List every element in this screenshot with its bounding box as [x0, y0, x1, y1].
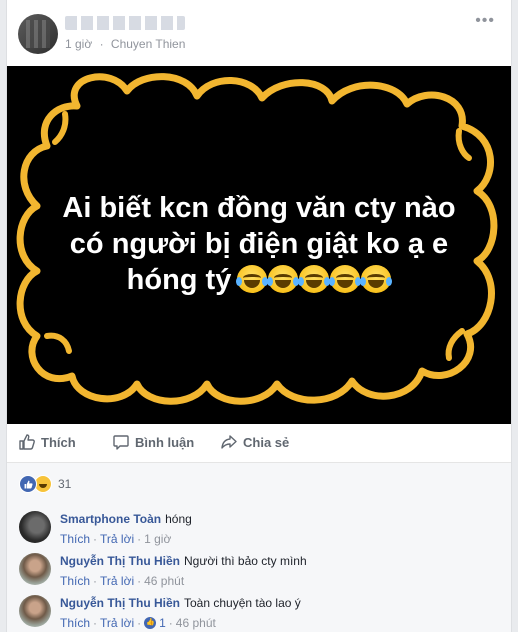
post-actions-bar: Thích Bình luận Chia sẻ — [7, 424, 511, 463]
comment-meta: Thích · Trả lời · 1 giờ — [60, 532, 172, 546]
comment-time[interactable]: 46 phút — [144, 574, 184, 588]
reaction-count[interactable]: 31 — [58, 477, 71, 491]
post-place[interactable]: Chuyen Thien — [111, 37, 186, 51]
comment-text: Người thì bảo cty mình — [184, 554, 307, 568]
photo-caption: Ai biết kcn đồng văn cty nào có người bị… — [7, 190, 511, 298]
crying-laughing-emojis — [236, 265, 393, 293]
comment-like-count[interactable]: 1 — [159, 616, 166, 630]
commenter-avatar[interactable] — [19, 553, 51, 585]
comment-button[interactable]: Bình luận — [113, 434, 194, 450]
like-reaction-icon — [19, 475, 37, 493]
photo-text-line-2: có người bị điện giật ko ạ e — [69, 228, 449, 260]
comments-section: Smartphone Toàn hóng Thích · Trả lời · 1 giờ … — [7, 505, 511, 632]
comment-reply-link[interactable]: Trả lời — [100, 616, 134, 630]
tears-of-joy-icon — [360, 265, 393, 293]
share-label: Chia sẻ — [243, 434, 290, 450]
post-header: 1 giờ · Chuyen Thien ••• — [7, 0, 511, 66]
comment-reply-link[interactable]: Trả lời — [100, 574, 134, 588]
commenter-avatar[interactable] — [19, 511, 51, 543]
comment-meta: Thích · Trả lời · 46 phút — [60, 574, 185, 588]
share-button[interactable]: Chia sẻ — [221, 434, 289, 450]
comment-icon — [113, 435, 129, 450]
author-name-redacted[interactable] — [65, 16, 185, 30]
post-time[interactable]: 1 giờ — [65, 37, 92, 51]
comment-like-link[interactable]: Thích — [60, 616, 90, 630]
comment-text: Toàn chuyện tào lao ý — [184, 596, 301, 610]
commenter-name[interactable]: Smartphone Toàn — [60, 512, 161, 526]
reactions-bar: 31 — [7, 463, 511, 505]
comment-time[interactable]: 46 phút — [176, 616, 216, 630]
author-avatar[interactable] — [18, 14, 58, 54]
commenter-name[interactable]: Nguyễn Thị Thu Hiền — [60, 596, 180, 610]
comment-label: Bình luận — [135, 434, 195, 450]
commenter-name[interactable]: Nguyễn Thị Thu Hiền — [60, 554, 180, 568]
reactions-summary[interactable]: 31 — [19, 475, 71, 493]
tears-of-joy-icon — [267, 265, 300, 293]
comment-body: Nguyễn Thị Thu Hiền Người thì bảo cty mìn… — [60, 553, 307, 589]
like-label: Thích — [41, 434, 76, 450]
thumbs-up-icon — [19, 434, 35, 450]
commenter-avatar[interactable] — [19, 595, 51, 627]
comment-line: Nguyễn Thị Thu Hiền Toàn chuyện tào lao ý — [60, 595, 301, 611]
comment-like-link[interactable]: Thích — [60, 574, 90, 588]
comment-line: Smartphone Toàn hóng — [60, 511, 192, 527]
comment-text: hóng — [165, 512, 192, 526]
comment-time[interactable]: 1 giờ — [144, 532, 171, 546]
tears-of-joy-icon — [298, 265, 331, 293]
like-button[interactable]: Thích — [19, 434, 76, 450]
meta-separator: · — [99, 37, 104, 51]
post-card: 1 giờ · Chuyen Thien ••• Ai biết kcn đồn… — [6, 0, 512, 632]
comment-meta: Thích·Trả lời·1·46 phút — [60, 615, 301, 631]
comment-body: Smartphone Toàn hóng Thích · Trả lời · 1 giờ — [60, 511, 192, 547]
share-arrow-icon — [221, 435, 237, 449]
post-meta: 1 giờ · Chuyen Thien — [65, 37, 185, 51]
photo-text-line-1: Ai biết kcn đồng văn cty nào — [62, 192, 456, 224]
post-photo[interactable]: Ai biết kcn đồng văn cty nào có người bị… — [7, 66, 511, 424]
tears-of-joy-icon — [236, 265, 269, 293]
photo-text-line-3: hóng tý — [7, 262, 511, 298]
tears-of-joy-icon — [329, 265, 362, 293]
photo-text-line-3-text: hóng tý — [126, 264, 232, 296]
comment-line: Nguyễn Thị Thu Hiền Người thì bảo cty mìn… — [60, 553, 307, 569]
more-options-icon[interactable]: ••• — [475, 13, 495, 29]
comment-reply-link[interactable]: Trả lời — [100, 532, 134, 546]
comment-body: Nguyễn Thị Thu Hiền Toàn chuyện tào lao ý… — [60, 595, 301, 631]
comment-like-badge-icon — [144, 617, 157, 629]
comment-like-link[interactable]: Thích — [60, 532, 90, 546]
